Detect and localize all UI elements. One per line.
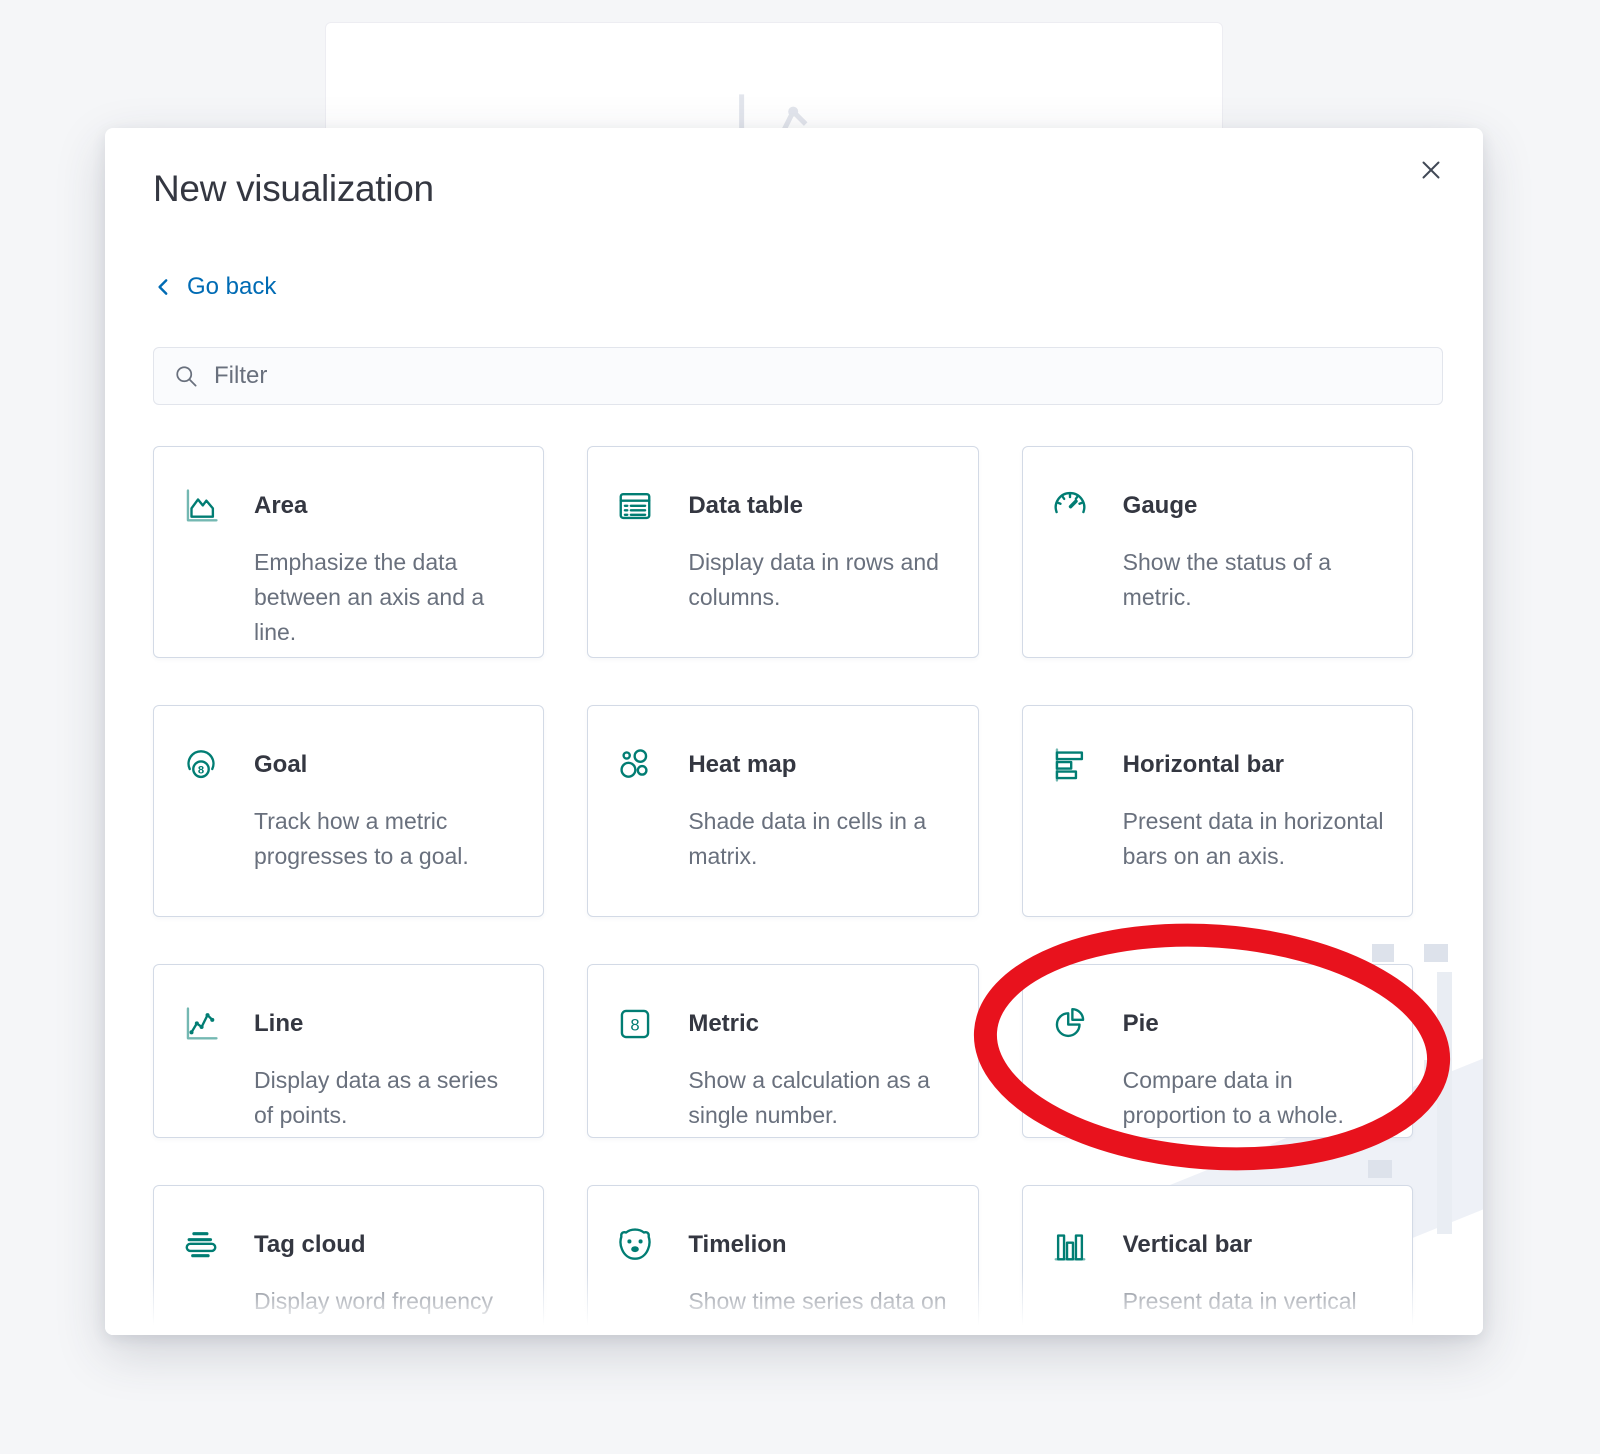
card-description: Shade data in cells in a matrix.: [688, 804, 951, 874]
background-watermark-block: [1437, 972, 1452, 1234]
horizontal-bar-icon: [1051, 746, 1089, 784]
card-title: Pie: [1123, 1010, 1159, 1038]
visualization-card-heat-map[interactable]: Heat map Shade data in cells in a matrix.: [587, 705, 978, 917]
chevron-left-icon: [153, 276, 175, 298]
gauge-icon: [1051, 487, 1089, 525]
card-title: Data table: [688, 492, 803, 520]
card-title: Gauge: [1123, 492, 1198, 520]
card-title: Heat map: [688, 751, 796, 779]
visualization-card-line[interactable]: Line Display data as a series of points.: [153, 964, 544, 1138]
card-description: Show the status of a metric.: [1123, 545, 1386, 615]
modal-bottom-fade: [105, 1271, 1483, 1335]
data-table-icon: [616, 487, 654, 525]
new-visualization-modal: New visualization Go back Area Emphasize …: [105, 128, 1483, 1335]
card-title: Goal: [254, 751, 307, 779]
close-icon[interactable]: [1413, 152, 1449, 188]
card-description: Display data as a series of points.: [254, 1063, 517, 1133]
vertical-bar-icon: [1051, 1226, 1089, 1264]
background-watermark-block: [1424, 1060, 1439, 1076]
card-description: Show a calculation as a single number.: [688, 1063, 951, 1133]
card-title: Vertical bar: [1123, 1231, 1252, 1259]
card-title: Metric: [688, 1010, 759, 1038]
visualization-card-area[interactable]: Area Emphasize the data between an axis a…: [153, 446, 544, 658]
visualization-type-grid: Area Emphasize the data between an axis a…: [153, 446, 1413, 1335]
area-chart-icon: [182, 487, 220, 525]
card-description: Display data in rows and columns.: [688, 545, 951, 615]
line-chart-icon: [182, 1005, 220, 1043]
heat-map-icon: [616, 746, 654, 784]
visualization-card-horizontal-bar[interactable]: Horizontal bar Present data in horizontal…: [1022, 705, 1413, 917]
card-title: Tag cloud: [254, 1231, 366, 1259]
visualization-card-gauge[interactable]: Gauge Show the status of a metric.: [1022, 446, 1413, 658]
svg-text:8: 8: [198, 764, 204, 776]
card-description: Track how a metric progresses to a goal.: [254, 804, 517, 874]
card-description: Emphasize the data between an axis and a…: [254, 545, 517, 650]
tag-cloud-icon: [182, 1226, 220, 1264]
card-title: Area: [254, 492, 307, 520]
go-back-label: Go back: [187, 273, 276, 301]
card-title: Line: [254, 1010, 303, 1038]
svg-text:8: 8: [631, 1016, 640, 1035]
search-icon: [172, 362, 200, 390]
go-back-link[interactable]: Go back: [153, 273, 276, 301]
timelion-icon: [616, 1226, 654, 1264]
goal-icon: 8: [182, 746, 220, 784]
visualization-card-goal[interactable]: 8 Goal Track how a metric progresses to a …: [153, 705, 544, 917]
pie-chart-icon: [1051, 1005, 1089, 1043]
visualization-card-metric[interactable]: 8 Metric Show a calculation as a single nu…: [587, 964, 978, 1138]
card-description: Present data in horizontal bars on an ax…: [1123, 804, 1386, 874]
card-title: Timelion: [688, 1231, 786, 1259]
filter-search-box: [153, 347, 1443, 405]
page-title: New visualization: [153, 168, 434, 210]
card-description: Compare data in proportion to a whole.: [1123, 1063, 1386, 1133]
metric-icon: 8: [616, 1005, 654, 1043]
visualization-card-data-table[interactable]: Data table Display data in rows and colum…: [587, 446, 978, 658]
visualization-card-pie[interactable]: Pie Compare data in proportion to a whole…: [1022, 964, 1413, 1138]
background-watermark-block: [1424, 944, 1448, 962]
card-title: Horizontal bar: [1123, 751, 1284, 779]
filter-input[interactable]: [214, 362, 1424, 390]
